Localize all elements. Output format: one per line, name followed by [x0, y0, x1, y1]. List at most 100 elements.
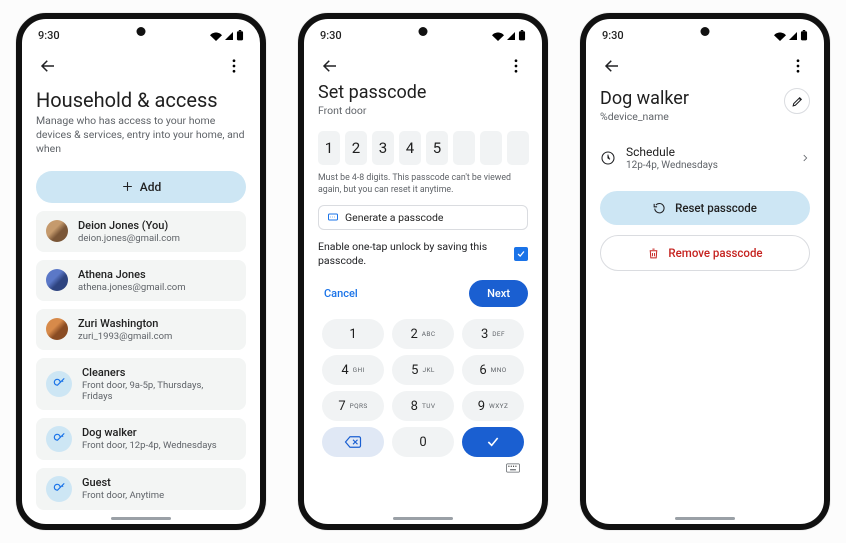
chevron-right-icon [800, 153, 810, 163]
arrow-left-icon [603, 57, 621, 75]
person-name: Zuri Washington [78, 317, 172, 330]
key-8[interactable]: 8TUV [392, 391, 454, 421]
person-row[interactable]: Deion Jones (You) deion.jones@gmail.com [36, 211, 246, 252]
add-button[interactable]: Add [36, 171, 246, 203]
generate-passcode-button[interactable]: Generate a passcode [318, 205, 528, 230]
guest-name: Guest [82, 476, 164, 489]
key-5[interactable]: 5JKL [392, 355, 454, 385]
trash-icon [647, 247, 660, 260]
screen-content: Set passcode Front door 1 2 3 4 5 Must b… [304, 82, 542, 513]
page-title: Dog walker [600, 88, 689, 109]
arrow-left-icon [321, 57, 339, 75]
person-email: deion.jones@gmail.com [78, 233, 180, 244]
passcode-digits: 1 2 3 4 5 [318, 131, 528, 165]
avatar [46, 318, 68, 340]
more-vert-icon [225, 57, 243, 75]
more-vert-icon [507, 57, 525, 75]
nav-bar [304, 46, 542, 82]
action-row: Cancel Next [318, 280, 528, 307]
back-button[interactable] [600, 54, 624, 78]
plus-icon [121, 180, 134, 193]
key-4[interactable]: 4GHI [322, 355, 384, 385]
person-row[interactable]: Athena Jones athena.jones@gmail.com [36, 260, 246, 301]
status-indicators [210, 30, 244, 41]
back-button[interactable] [318, 54, 342, 78]
guest-detail: Front door, 12p-4p, Wednesdays [82, 440, 217, 451]
page-subtitle: Front door [318, 104, 528, 117]
passcode-digit[interactable] [507, 131, 529, 165]
next-button[interactable]: Next [469, 280, 528, 307]
phone-household-access: 9:30 Household & access Manage who has a… [16, 13, 266, 530]
schedule-detail: 12p-4p, Wednesdays [626, 160, 790, 171]
add-label: Add [140, 180, 161, 194]
guest-detail: Front door, Anytime [82, 490, 164, 501]
nav-bar [22, 46, 260, 82]
passcode-digit[interactable] [480, 131, 502, 165]
passcode-digit[interactable] [453, 131, 475, 165]
reset-label: Reset passcode [675, 201, 757, 215]
clock-icon [600, 150, 616, 166]
reset-passcode-button[interactable]: Reset passcode [600, 191, 810, 225]
person-name: Deion Jones (You) [78, 219, 180, 232]
key-icon [46, 476, 72, 502]
guest-row[interactable]: Dog walker Front door, 12p-4p, Wednesday… [36, 418, 246, 460]
person-row[interactable]: Zuri Washington zuri_1993@gmail.com [36, 309, 246, 350]
cancel-button[interactable]: Cancel [318, 283, 364, 304]
more-button[interactable] [786, 54, 810, 78]
passcode-digit[interactable]: 4 [399, 131, 421, 165]
key-backspace[interactable] [322, 427, 384, 457]
person-name: Athena Jones [78, 268, 186, 281]
key-9[interactable]: 9WXYZ [462, 391, 524, 421]
schedule-row[interactable]: Schedule 12p-4p, Wednesdays [600, 145, 810, 171]
back-button[interactable] [36, 54, 60, 78]
person-email: athena.jones@gmail.com [78, 282, 186, 293]
screen-content: Household & access Manage who has access… [22, 82, 260, 513]
keypad: 1 2ABC 3DEF 4GHI 5JKL 6MNO 7PQRS 8TUV 9W… [318, 313, 528, 459]
reset-icon [653, 201, 667, 215]
guest-row[interactable]: Cleaners Front door, 9a-5p, Thursdays, F… [36, 358, 246, 410]
status-bar: 9:30 [586, 19, 824, 46]
save-checkbox[interactable] [514, 247, 528, 261]
home-indicator [393, 517, 453, 520]
passcode-digit[interactable]: 1 [318, 131, 340, 165]
guest-name: Dog walker [82, 426, 217, 439]
key-2[interactable]: 2ABC [392, 319, 454, 349]
phone-set-passcode: 9:30 Set passcode Front door 1 2 3 4 5 M… [298, 13, 548, 530]
guest-name: Cleaners [82, 366, 236, 379]
key-7[interactable]: 7PQRS [322, 391, 384, 421]
edit-button[interactable] [784, 88, 810, 114]
backspace-icon [344, 435, 362, 449]
passcode-digit[interactable]: 5 [426, 131, 448, 165]
status-bar: 9:30 [22, 19, 260, 46]
key-6[interactable]: 6MNO [462, 355, 524, 385]
more-vert-icon [789, 57, 807, 75]
remove-label: Remove passcode [668, 246, 762, 260]
passcode-digit[interactable]: 3 [372, 131, 394, 165]
pencil-icon [791, 95, 804, 108]
avatar [46, 220, 68, 242]
status-time: 9:30 [38, 29, 60, 42]
passcode-digit[interactable]: 2 [345, 131, 367, 165]
status-bar: 9:30 [304, 19, 542, 46]
guest-row[interactable]: Guest Front door, Anytime [36, 468, 246, 510]
keyboard-footer [318, 459, 528, 476]
phone-dog-walker: 9:30 Dog walker %device_name Sch [580, 13, 830, 530]
key-1[interactable]: 1 [322, 319, 384, 349]
home-indicator [675, 517, 735, 520]
more-button[interactable] [504, 54, 528, 78]
key-confirm[interactable] [462, 427, 524, 457]
key-icon [46, 371, 72, 397]
status-time: 9:30 [602, 29, 624, 42]
generate-label: Generate a passcode [345, 211, 444, 224]
check-icon [516, 249, 526, 259]
key-3[interactable]: 3DEF [462, 319, 524, 349]
more-button[interactable] [222, 54, 246, 78]
screen-content: Dog walker %device_name Schedule 12p-4p,… [586, 82, 824, 513]
status-time: 9:30 [320, 29, 342, 42]
remove-passcode-button[interactable]: Remove passcode [600, 235, 810, 271]
key-0[interactable]: 0 [392, 427, 454, 457]
arrow-left-icon [39, 57, 57, 75]
keyboard-switch-icon[interactable] [506, 463, 520, 476]
check-icon [485, 434, 501, 450]
page-subtitle: %device_name [600, 110, 689, 123]
